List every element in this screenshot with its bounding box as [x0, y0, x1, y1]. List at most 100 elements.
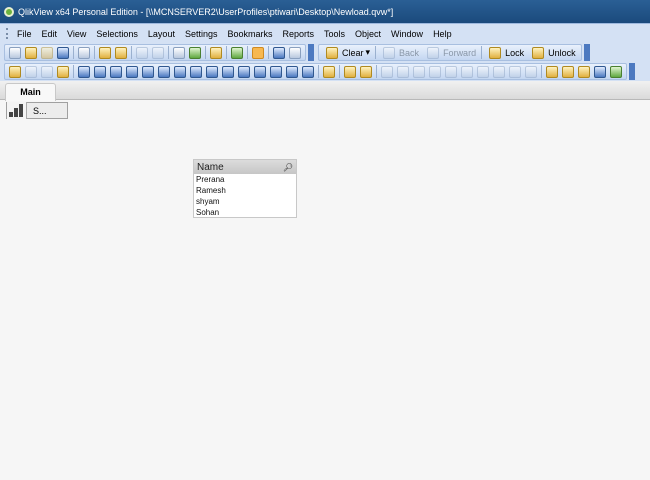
- sheet-properties-icon[interactable]: [57, 65, 69, 78]
- search-object-icon[interactable]: [270, 65, 282, 78]
- distribute-icon[interactable]: [525, 65, 537, 78]
- new-icon[interactable]: [9, 46, 21, 59]
- lock-icon: [489, 46, 502, 59]
- list-item[interactable]: Sohan: [194, 207, 296, 218]
- help-icon[interactable]: [273, 46, 285, 59]
- clear-button[interactable]: Clear ▾: [321, 46, 373, 59]
- lock-label: Lock: [505, 47, 525, 58]
- multi-box-icon[interactable]: [126, 65, 138, 78]
- qlikview-logo-icon: [4, 6, 14, 17]
- bookmark-object-icon[interactable]: [254, 65, 266, 78]
- line-arrow-icon[interactable]: [222, 65, 234, 78]
- tab-main[interactable]: Main: [5, 83, 56, 101]
- menu-window[interactable]: Window: [386, 29, 428, 39]
- promote-sheet-icon[interactable]: [25, 65, 37, 78]
- menu-object[interactable]: Object: [350, 29, 386, 39]
- unlock-icon: [532, 46, 545, 59]
- menu-edit[interactable]: Edit: [37, 29, 63, 39]
- clear-icon: [326, 46, 338, 59]
- navigation-toolbar: Clear ▾ Back Forward Lock Unlock: [318, 44, 582, 61]
- search-icon[interactable]: [173, 46, 185, 59]
- lock-button[interactable]: Lock: [484, 46, 527, 59]
- align-left-icon[interactable]: [381, 65, 393, 78]
- redo-icon[interactable]: [152, 46, 164, 59]
- custom-object-icon[interactable]: [302, 65, 314, 78]
- menu-tools[interactable]: Tools: [319, 29, 350, 39]
- add-sheet-icon[interactable]: [9, 65, 21, 78]
- text-object-icon[interactable]: [206, 65, 218, 78]
- bookmark-star-icon[interactable]: [231, 46, 243, 59]
- menu-reports[interactable]: Reports: [278, 29, 320, 39]
- expression-overview-icon[interactable]: [610, 65, 622, 78]
- chart-object-icon[interactable]: [142, 65, 154, 78]
- listbox-icon[interactable]: [78, 65, 90, 78]
- align-middle-icon[interactable]: [445, 65, 457, 78]
- menu-file[interactable]: File: [12, 29, 37, 39]
- align-icon[interactable]: [360, 65, 372, 78]
- menu-help[interactable]: Help: [428, 29, 457, 39]
- selections-icon[interactable]: [189, 46, 201, 59]
- demote-sheet-icon[interactable]: [41, 65, 53, 78]
- align-right-icon[interactable]: [413, 65, 425, 78]
- statistics-box-icon[interactable]: [94, 65, 106, 78]
- listbox-header[interactable]: Name 🔎︎: [194, 160, 296, 174]
- menu-bookmarks[interactable]: Bookmarks: [222, 29, 277, 39]
- menu-bar: File Edit View Selections Layout Setting…: [0, 24, 650, 43]
- table-viewer-icon[interactable]: [594, 65, 606, 78]
- same-size-icon[interactable]: [509, 65, 521, 78]
- align-top-icon[interactable]: [429, 65, 441, 78]
- toolbar-overflow-button[interactable]: [583, 44, 590, 61]
- unlock-label: Unlock: [548, 47, 576, 58]
- save-icon[interactable]: [57, 46, 69, 59]
- space-horizontal-icon[interactable]: [477, 65, 489, 78]
- forward-button[interactable]: Forward: [422, 46, 479, 59]
- edit-module-icon[interactable]: [578, 65, 590, 78]
- reload-icon[interactable]: [41, 46, 53, 59]
- slider-icon[interactable]: [238, 65, 250, 78]
- menu-view[interactable]: View: [62, 29, 91, 39]
- clear-label: Clear: [342, 47, 364, 58]
- context-help-icon[interactable]: [289, 46, 301, 59]
- align-bottom-icon[interactable]: [461, 65, 473, 78]
- back-button[interactable]: Back: [378, 46, 422, 59]
- back-label: Back: [399, 47, 420, 58]
- listbox-title: Name: [197, 161, 224, 173]
- sheet-object-properties-icon[interactable]: [546, 65, 558, 78]
- design-toolbar-row: [0, 62, 650, 81]
- search-icon[interactable]: 🔎︎: [283, 163, 293, 172]
- undo-icon[interactable]: [136, 46, 148, 59]
- list-item[interactable]: Ramesh: [194, 185, 296, 196]
- standard-toolbar: [4, 44, 306, 61]
- button-object-icon[interactable]: [190, 65, 202, 78]
- menu-layout[interactable]: Layout: [143, 29, 180, 39]
- input-box-icon[interactable]: [158, 65, 170, 78]
- reload-script-icon[interactable]: [115, 46, 127, 59]
- design-grid-icon[interactable]: [252, 46, 264, 59]
- menu-settings[interactable]: Settings: [180, 29, 223, 39]
- document-properties-icon[interactable]: [562, 65, 574, 78]
- container-icon[interactable]: [286, 65, 298, 78]
- align-center-icon[interactable]: [397, 65, 409, 78]
- edit-script-icon[interactable]: [99, 46, 111, 59]
- toolbar-overflow-button[interactable]: [308, 44, 314, 61]
- open-icon[interactable]: [25, 46, 37, 59]
- minimized-chart-object[interactable]: S...: [6, 102, 68, 119]
- list-item[interactable]: Prerana: [194, 174, 296, 185]
- print-icon[interactable]: [78, 46, 90, 59]
- format-painter-icon[interactable]: [344, 65, 356, 78]
- grip-handle[interactable]: [6, 28, 8, 39]
- design-toolbar: [4, 63, 627, 80]
- table-box-icon[interactable]: [110, 65, 122, 78]
- current-selections-icon[interactable]: [174, 65, 186, 78]
- toolbar-overflow-button[interactable]: [629, 63, 635, 80]
- list-item[interactable]: shyam: [194, 196, 296, 207]
- unlock-button[interactable]: Unlock: [527, 46, 579, 59]
- toolbar-area: File Edit View Selections Layout Setting…: [0, 23, 650, 81]
- name-listbox[interactable]: Name 🔎︎ Prerana Ramesh shyam Sohan: [193, 159, 297, 218]
- chart-icon[interactable]: [210, 46, 222, 59]
- menu-selections[interactable]: Selections: [91, 29, 143, 39]
- forward-label: Forward: [443, 47, 477, 58]
- space-vertical-icon[interactable]: [493, 65, 505, 78]
- chart-wizard-icon[interactable]: [323, 65, 335, 78]
- minimized-object-label: S...: [33, 105, 47, 116]
